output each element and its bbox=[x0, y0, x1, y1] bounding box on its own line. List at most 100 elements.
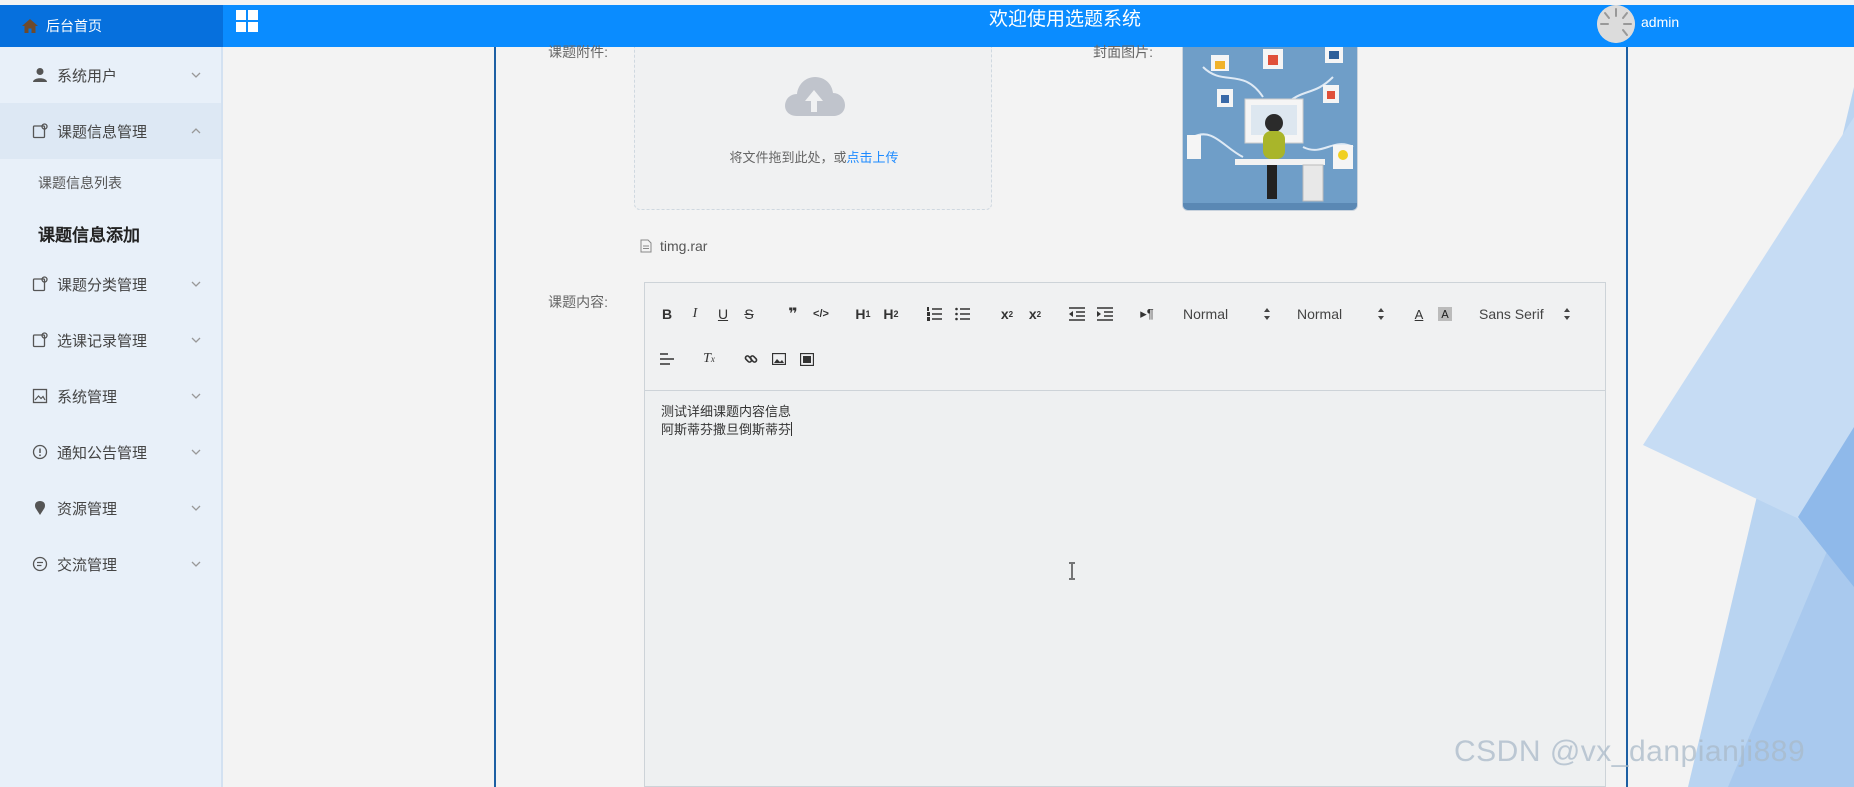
sidebar-subitem-label: 课题信息添加 bbox=[38, 225, 140, 245]
content-label: 课题内容: bbox=[548, 294, 608, 310]
file-icon bbox=[640, 239, 652, 253]
rich-text-editor: B I U S ❞ </> H1 H2 x2 x2 ▸¶ Normal Norm… bbox=[644, 282, 1606, 787]
header-size-value: Normal bbox=[1183, 306, 1229, 322]
top-bar: 后台首页 欢迎使用选题系统 admin bbox=[0, 5, 1854, 47]
outdent-icon bbox=[1069, 307, 1085, 321]
code-block-button[interactable]: </> bbox=[809, 303, 833, 325]
video-button[interactable] bbox=[795, 348, 819, 370]
link-icon bbox=[744, 355, 758, 363]
sidebar-subitem-topic-add[interactable]: 课题信息添加 bbox=[0, 207, 221, 259]
image-icon bbox=[772, 353, 786, 365]
sidebar-item-topic-category[interactable]: 课题分类管理 bbox=[0, 256, 221, 312]
indent-icon bbox=[1097, 307, 1113, 321]
select-arrow-icon bbox=[1378, 308, 1384, 320]
link-button[interactable] bbox=[739, 348, 763, 370]
sidebar-item-system-admin[interactable]: 系统管理 bbox=[0, 368, 221, 424]
sidebar-subitem-topic-list[interactable]: 课题信息列表 bbox=[0, 157, 221, 209]
loading-avatar-icon bbox=[1597, 5, 1635, 43]
sidebar-subitem-label: 课题信息列表 bbox=[38, 175, 122, 191]
chevron-down-icon bbox=[191, 72, 201, 78]
clear-format-button[interactable]: Tx bbox=[697, 348, 721, 370]
user-icon bbox=[33, 68, 47, 82]
file-upload-dropzone[interactable]: 将文件拖到此处，或点击上传 bbox=[634, 47, 992, 210]
file-name: timg.rar bbox=[660, 238, 708, 254]
sidebar-item-label: 系统用户 bbox=[57, 67, 118, 85]
text-cursor-icon bbox=[1069, 562, 1075, 580]
text-size-select[interactable]: Normal bbox=[1297, 303, 1385, 325]
font-family-select[interactable]: Sans Serif bbox=[1479, 303, 1571, 325]
doc-icon bbox=[32, 332, 48, 348]
chevron-down-icon bbox=[191, 337, 201, 343]
subscript-button[interactable]: x2 bbox=[995, 303, 1019, 325]
page-title: 欢迎使用选题系统 bbox=[988, 9, 1141, 30]
blockquote-button[interactable]: ❞ bbox=[781, 303, 805, 325]
text-caret bbox=[791, 422, 793, 436]
align-button[interactable] bbox=[655, 348, 679, 370]
image-icon bbox=[32, 388, 48, 404]
bold-button[interactable]: B bbox=[655, 303, 679, 325]
sidebar-item-label: 系统管理 bbox=[57, 388, 118, 406]
chevron-down-icon bbox=[191, 561, 201, 567]
info-icon bbox=[32, 444, 48, 460]
chevron-down-icon bbox=[191, 393, 201, 399]
sidebar-item-label: 通知公告管理 bbox=[57, 444, 148, 462]
chevron-down-icon bbox=[191, 449, 201, 455]
sidebar-item-label: 交流管理 bbox=[57, 556, 118, 574]
header1-button[interactable]: H1 bbox=[851, 303, 875, 325]
image-button[interactable] bbox=[767, 348, 791, 370]
sidebar-item-communication[interactable]: 交流管理 bbox=[0, 536, 221, 592]
bullet-list-button[interactable] bbox=[951, 303, 975, 325]
cover-illustration bbox=[1183, 47, 1357, 210]
font-family-value: Sans Serif bbox=[1479, 306, 1544, 322]
superscript-button[interactable]: x2 bbox=[1023, 303, 1047, 325]
svg-text:A: A bbox=[1441, 308, 1449, 321]
sidebar-item-resources[interactable]: 资源管理 bbox=[0, 480, 221, 536]
sidebar-item-label: 选课记录管理 bbox=[57, 332, 148, 350]
upload-link[interactable]: 点击上传 bbox=[847, 150, 899, 165]
ordered-list-button[interactable] bbox=[923, 303, 947, 325]
sidebar-item-course-records[interactable]: 选课记录管理 bbox=[0, 312, 221, 368]
sidebar-item-label: 资源管理 bbox=[57, 500, 118, 518]
editor-toolbar: B I U S ❞ </> H1 H2 x2 x2 ▸¶ Normal Norm… bbox=[645, 283, 1605, 391]
doc-icon bbox=[32, 123, 48, 139]
text-size-value: Normal bbox=[1297, 306, 1343, 322]
cover-image[interactable] bbox=[1182, 47, 1358, 211]
bullet-list-icon bbox=[955, 307, 970, 321]
header2-button[interactable]: H2 bbox=[879, 303, 903, 325]
sidebar-item-system-users[interactable]: 系统用户 bbox=[0, 47, 221, 103]
upload-hint-text: 将文件拖到此处，或 bbox=[729, 150, 847, 165]
strike-button[interactable]: S bbox=[737, 303, 761, 325]
sidebar: 系统用户 课题信息管理 课题信息列表 课题信息添加 课题分类管理 选课记录管理 … bbox=[0, 47, 223, 787]
align-left-icon bbox=[660, 353, 674, 365]
pin-icon bbox=[35, 501, 45, 515]
sidebar-item-topic-info[interactable]: 课题信息管理 bbox=[0, 103, 221, 159]
sidebar-item-notices[interactable]: 通知公告管理 bbox=[0, 424, 221, 480]
header-size-select[interactable]: Normal bbox=[1183, 303, 1271, 325]
select-arrow-icon bbox=[1264, 308, 1270, 320]
chevron-up-icon bbox=[191, 128, 201, 134]
select-arrow-icon bbox=[1564, 308, 1570, 320]
ordered-list-icon bbox=[927, 307, 942, 321]
uploaded-file-item[interactable]: timg.rar bbox=[640, 236, 707, 256]
cover-label: 封面图片: bbox=[1093, 44, 1153, 60]
font-color-button[interactable]: A bbox=[1407, 303, 1431, 325]
chat-icon bbox=[32, 556, 48, 572]
text-direction-button[interactable]: ▸¶ bbox=[1135, 303, 1159, 325]
upload-hint: 将文件拖到此处，或点击上传 bbox=[635, 147, 993, 166]
background-color-button[interactable]: A bbox=[1433, 303, 1457, 325]
highlight-icon: A bbox=[1438, 307, 1452, 321]
editor-content[interactable]: 测试详细课题内容信息 阿斯蒂芬撒旦倒斯蒂芬 bbox=[661, 403, 793, 439]
chevron-down-icon bbox=[191, 505, 201, 511]
outdent-button[interactable] bbox=[1065, 303, 1089, 325]
chevron-down-icon bbox=[191, 281, 201, 287]
underline-button[interactable]: U bbox=[711, 303, 735, 325]
doc-icon bbox=[32, 276, 48, 292]
avatar[interactable] bbox=[1597, 5, 1635, 43]
username[interactable]: admin bbox=[1641, 5, 1679, 47]
watermark: CSDN @vx_danpianji889 bbox=[1454, 735, 1806, 768]
attachment-label: 课题附件: bbox=[548, 44, 608, 60]
content-line: 阿斯蒂芬撒旦倒斯蒂芬 bbox=[661, 422, 792, 437]
indent-button[interactable] bbox=[1093, 303, 1117, 325]
video-icon bbox=[800, 352, 814, 366]
italic-button[interactable]: I bbox=[683, 303, 707, 325]
